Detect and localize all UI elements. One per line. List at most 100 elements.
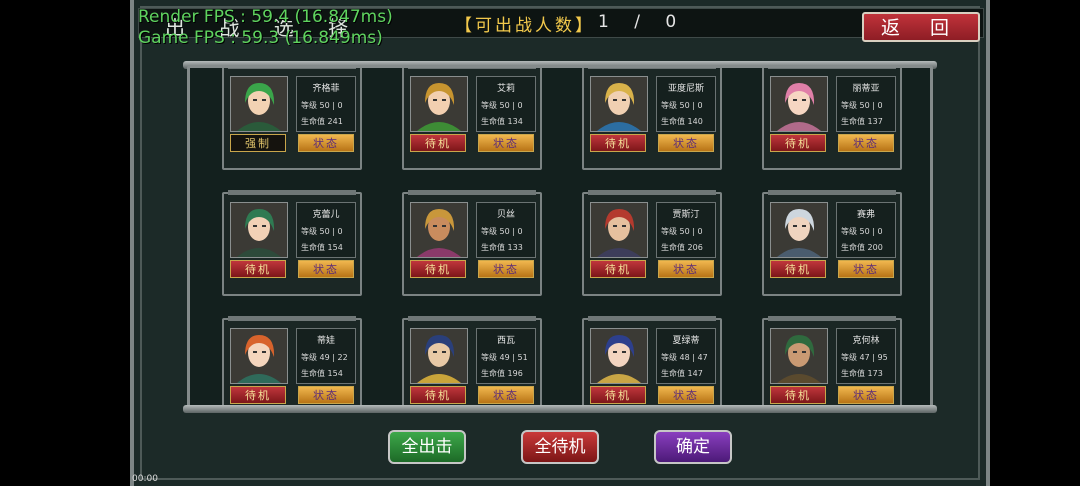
back-button[interactable]: 返 回 — [862, 12, 980, 42]
panel-bottom-rail — [183, 405, 937, 413]
status-button[interactable]: 状态 — [838, 260, 894, 278]
status-button[interactable]: 状态 — [658, 134, 714, 152]
sortie-state-button[interactable]: 待机 — [770, 134, 826, 152]
sortie-state-button[interactable]: 待机 — [770, 260, 826, 278]
character-hp: 生命值 173 — [841, 369, 883, 378]
sortie-count-label: 【可出战人数】 — [455, 16, 595, 36]
status-button[interactable]: 状态 — [298, 386, 354, 404]
character-info: 西瓦等级 49 | 51 生命值 196 — [476, 328, 536, 384]
character-hp: 生命值 196 — [481, 369, 523, 378]
sortie-state-button[interactable]: 待机 — [590, 386, 646, 404]
card-cap — [228, 68, 356, 69]
character-card[interactable]: 夏绿蒂等级 48 | 47 生命值 147 待机 状态 — [582, 316, 722, 410]
sortie-state-button[interactable]: 待机 — [230, 386, 286, 404]
character-info: 丽蒂亚等级 50 | 0 生命值 137 — [836, 76, 896, 132]
card-cap — [588, 316, 716, 321]
character-name: 齐格菲 — [312, 84, 340, 94]
character-card[interactable]: 贾斯汀 等级 50 | 0 生命值 206 待机 状态 — [582, 190, 722, 296]
sortie-state-button[interactable]: 待机 — [410, 386, 466, 404]
character-hp: 生命值 133 — [481, 243, 523, 252]
character-portrait[interactable] — [770, 202, 828, 258]
character-name: 蒂娃 — [316, 336, 335, 346]
character-card[interactable]: 克蕾儿 等级 50 | 0 生命值 154 待机 状态 — [222, 190, 362, 296]
game-fps-overlay: Game FPS : 59.3 (16.849ms) — [138, 28, 383, 48]
character-portrait[interactable] — [410, 328, 468, 384]
character-hp: 生命值 134 — [481, 117, 523, 126]
character-grid-panel[interactable]: 齐格菲 等级 50 | 0 生命值 241 强制 状态 艾莉 等级 50 | 0 生命值 13… — [187, 65, 933, 413]
character-level: 等级 50 | 0 — [661, 227, 703, 236]
character-portrait[interactable] — [230, 76, 288, 132]
character-level: 等级 48 | 47 — [661, 353, 708, 362]
character-info: 克何林等级 47 | 95 生命值 173 — [836, 328, 896, 384]
all-sortie-button[interactable]: 全出击 — [388, 430, 466, 464]
sortie-state-button[interactable]: 强制 — [230, 134, 286, 152]
character-portrait[interactable] — [770, 76, 828, 132]
character-level: 等级 47 | 95 — [841, 353, 888, 362]
character-portrait[interactable] — [590, 328, 648, 384]
character-level: 等级 50 | 0 — [841, 101, 883, 110]
card-cap — [588, 190, 716, 195]
sortie-state-button[interactable]: 待机 — [410, 134, 466, 152]
status-button[interactable]: 状态 — [838, 134, 894, 152]
character-name: 克蕾儿 — [312, 210, 340, 220]
character-card[interactable]: 蒂娃 等级 49 | 22 生命值 154 待机 状态 — [222, 316, 362, 410]
character-portrait[interactable] — [590, 202, 648, 258]
character-card[interactable]: 齐格菲 等级 50 | 0 生命值 241 强制 状态 — [222, 68, 362, 170]
character-level: 等级 50 | 0 — [301, 227, 343, 236]
character-name: 克何林 — [852, 336, 880, 346]
character-card[interactable]: 克何林等级 47 | 95 生命值 173 待机 状态 — [762, 316, 902, 410]
sortie-state-button[interactable]: 待机 — [230, 260, 286, 278]
sortie-count-value: 1 / 0 — [598, 12, 687, 32]
card-cap — [408, 190, 536, 195]
character-portrait[interactable] — [410, 76, 468, 132]
character-level: 等级 49 | 22 — [301, 353, 348, 362]
character-hp: 生命值 147 — [661, 369, 703, 378]
character-card[interactable]: 艾莉 等级 50 | 0 生命值 134 待机 状态 — [402, 68, 542, 170]
character-hp: 生命值 137 — [841, 117, 883, 126]
status-button[interactable]: 状态 — [658, 386, 714, 404]
status-button[interactable]: 状态 — [658, 260, 714, 278]
character-info: 蒂娃 等级 49 | 22 生命值 154 — [296, 328, 356, 384]
character-portrait[interactable] — [770, 328, 828, 384]
status-button[interactable]: 状态 — [298, 260, 354, 278]
status-button[interactable]: 状态 — [838, 386, 894, 404]
character-name: 贝丝 — [496, 210, 515, 220]
card-cap — [588, 68, 716, 69]
status-button[interactable]: 状态 — [298, 134, 354, 152]
character-portrait[interactable] — [590, 76, 648, 132]
all-standby-button[interactable]: 全待机 — [521, 430, 599, 464]
sortie-state-button[interactable]: 待机 — [590, 260, 646, 278]
character-hp: 生命值 140 — [661, 117, 703, 126]
character-card[interactable]: 丽蒂亚等级 50 | 0 生命值 137 待机 状态 — [762, 68, 902, 170]
character-hp: 生命值 200 — [841, 243, 883, 252]
character-portrait[interactable] — [230, 202, 288, 258]
character-level: 等级 50 | 0 — [841, 227, 883, 236]
sortie-state-button[interactable]: 待机 — [590, 134, 646, 152]
character-name: 丽蒂亚 — [852, 84, 880, 94]
character-card[interactable]: 亚度尼斯 等级 50 | 0 生命值 140 待机 状态 — [582, 68, 722, 170]
status-button[interactable]: 状态 — [478, 386, 534, 404]
character-name: 夏绿蒂 — [672, 336, 700, 346]
sortie-state-button[interactable]: 待机 — [770, 386, 826, 404]
clock: 00:00 — [132, 474, 158, 484]
character-name: 亚度尼斯 — [667, 84, 704, 94]
character-info: 齐格菲 等级 50 | 0 生命值 241 — [296, 76, 356, 132]
character-portrait[interactable] — [410, 202, 468, 258]
sortie-state-button[interactable]: 待机 — [410, 260, 466, 278]
character-name: 西瓦 — [496, 336, 515, 346]
character-info: 贾斯汀 等级 50 | 0 生命值 206 — [656, 202, 716, 258]
character-level: 等级 49 | 51 — [481, 353, 528, 362]
character-portrait[interactable] — [230, 328, 288, 384]
character-card[interactable]: 赛弗 等级 50 | 0 生命值 200 待机 状态 — [762, 190, 902, 296]
character-info: 克蕾儿 等级 50 | 0 生命值 154 — [296, 202, 356, 258]
character-level: 等级 50 | 0 — [301, 101, 343, 110]
card-cap — [228, 316, 356, 321]
character-name: 贾斯汀 — [672, 210, 700, 220]
confirm-button[interactable]: 确定 — [654, 430, 732, 464]
character-card[interactable]: 西瓦等级 49 | 51 生命值 196 待机 状态 — [402, 316, 542, 410]
character-info: 亚度尼斯 等级 50 | 0 生命值 140 — [656, 76, 716, 132]
status-button[interactable]: 状态 — [478, 260, 534, 278]
character-card[interactable]: 贝丝 等级 50 | 0 生命值 133 待机 状态 — [402, 190, 542, 296]
card-cap — [768, 316, 896, 321]
status-button[interactable]: 状态 — [478, 134, 534, 152]
